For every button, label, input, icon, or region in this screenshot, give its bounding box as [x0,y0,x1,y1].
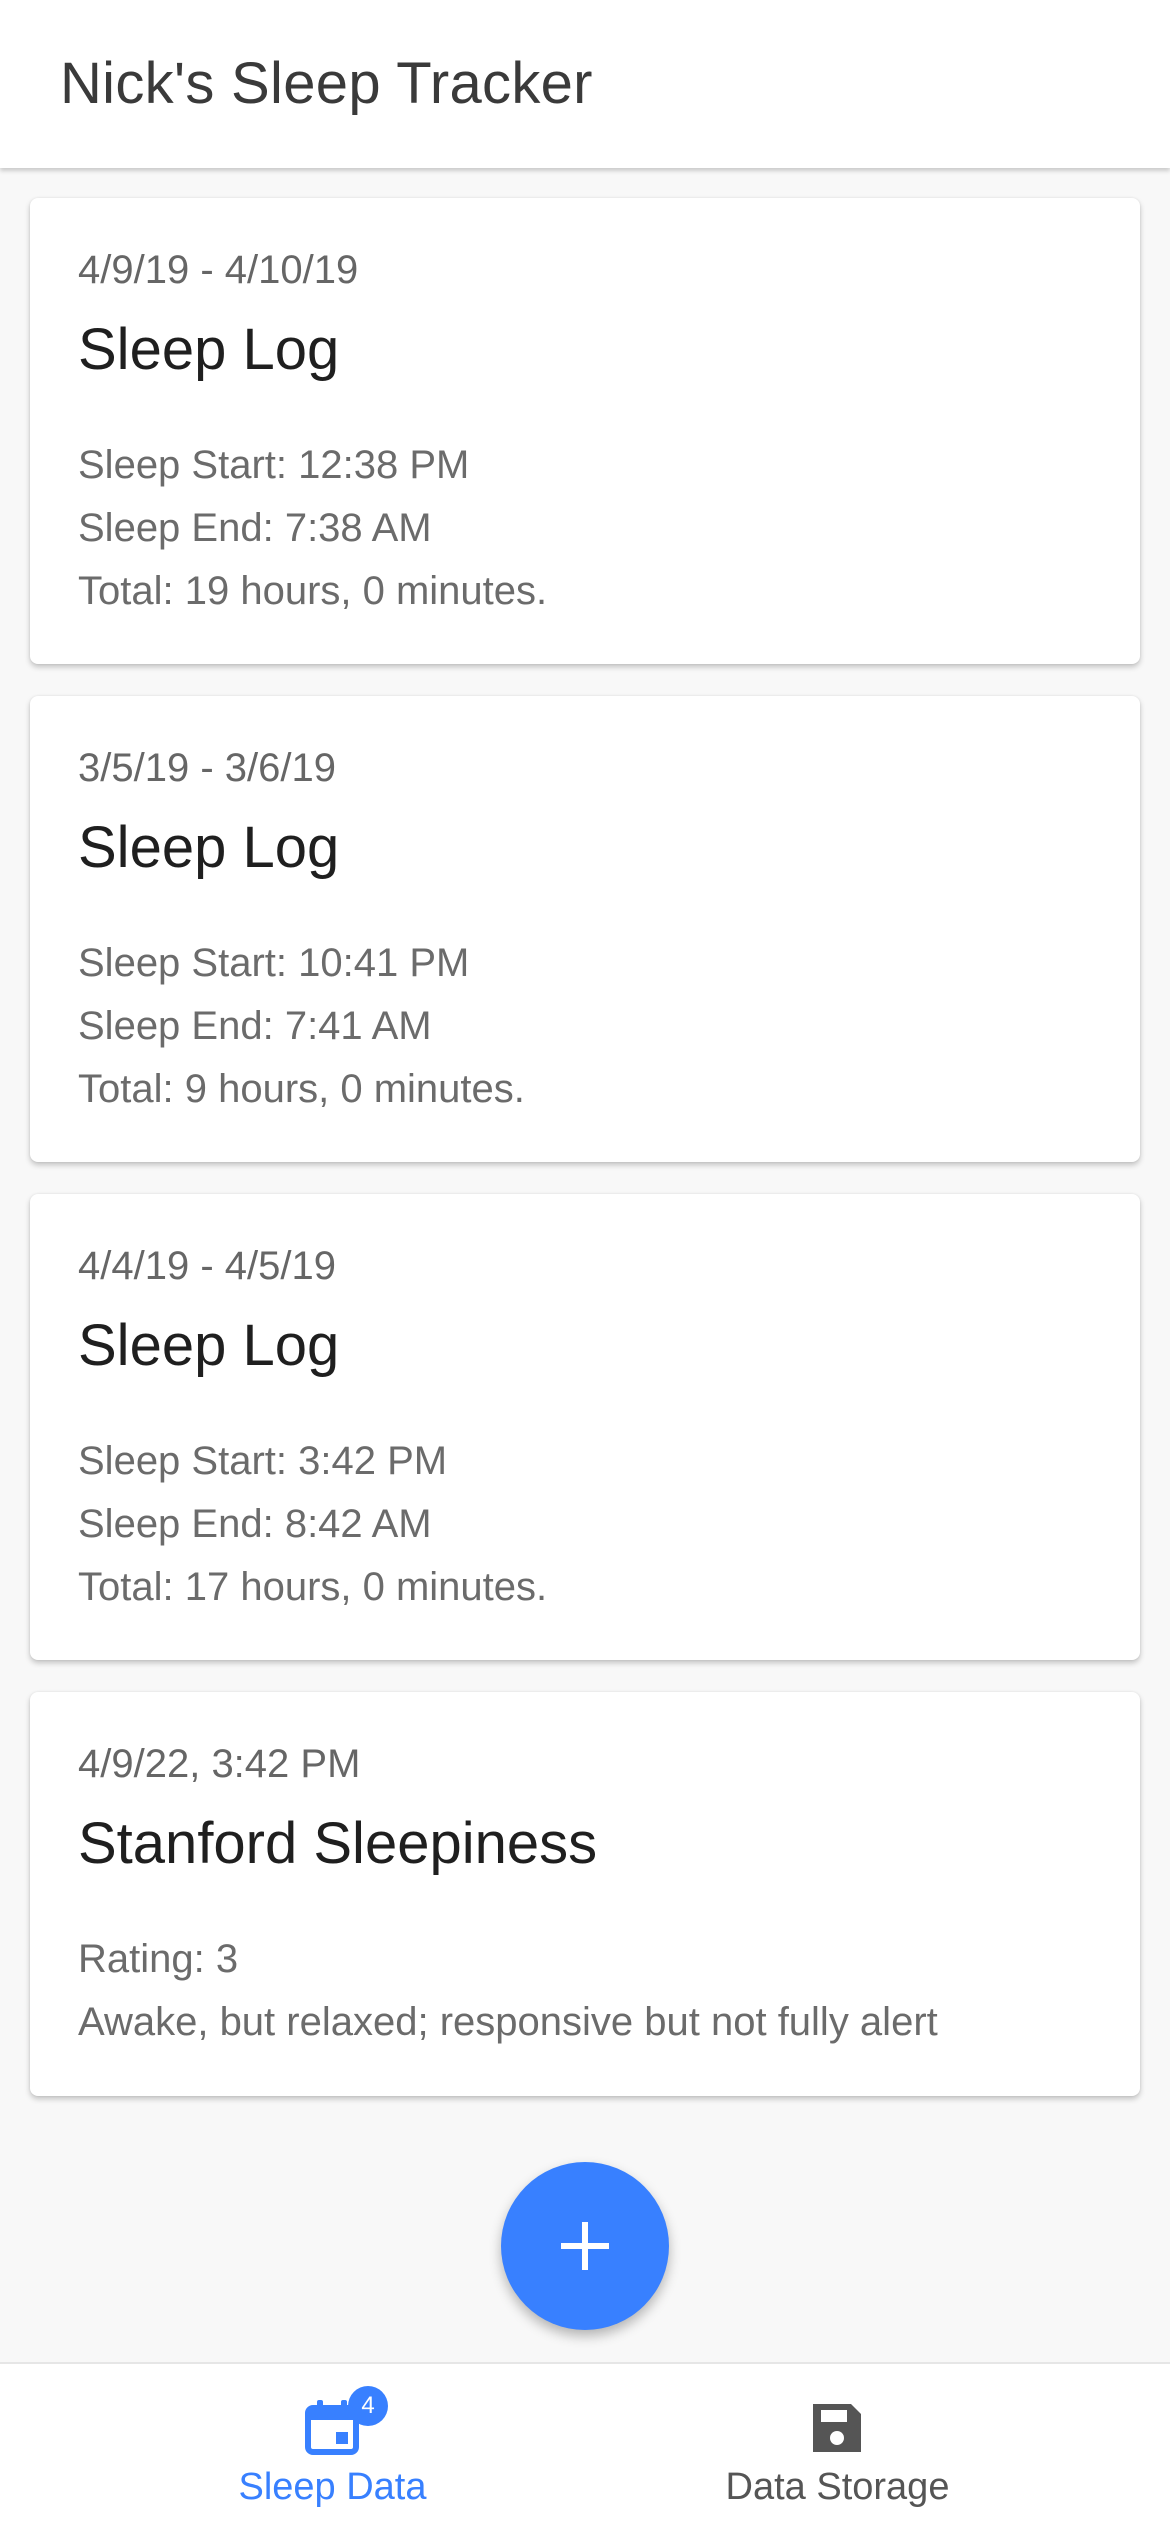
sleepiness-card[interactable]: 4/9/22, 3:42 PM Stanford Sleepiness Rati… [30,1692,1140,2096]
save-icon [813,2404,861,2452]
card-timestamp: 4/9/22, 3:42 PM [78,1742,361,1786]
card-date-range: 4/9/19 - 4/10/19 [78,248,359,292]
sleep-end-text: Sleep End: 7:38 AM [78,506,432,550]
tab-label: Sleep Data [238,2466,427,2508]
app-header: Nick's Sleep Tracker [0,0,1170,168]
rating-text: Rating: 3 [78,1937,239,1981]
sleep-end-text: Sleep End: 7:41 AM [78,1004,432,1048]
sleep-total-text: Total: 19 hours, 0 minutes. [78,569,548,613]
card-title: Sleep Log [78,317,340,382]
sleep-end-text: Sleep End: 8:42 AM [78,1502,432,1546]
card-date-range: 4/4/19 - 4/5/19 [78,1244,336,1288]
tab-data-storage[interactable]: Data Storage [545,2364,1130,2532]
add-entry-button[interactable] [501,2162,669,2330]
card-title: Sleep Log [78,815,340,880]
sleep-log-card[interactable]: 4/4/19 - 4/5/19 Sleep Log Sleep Start: 3… [30,1194,1140,1660]
page-title: Nick's Sleep Tracker [60,51,593,116]
sleep-log-card[interactable]: 4/9/19 - 4/10/19 Sleep Log Sleep Start: … [30,198,1140,664]
rating-description: Awake, but relaxed; responsive but not f… [78,2000,938,2044]
sleep-start-text: Sleep Start: 3:42 PM [78,1439,448,1483]
sleep-log-card[interactable]: 3/5/19 - 3/6/19 Sleep Log Sleep Start: 1… [30,696,1140,1162]
tab-label: Data Storage [725,2466,950,2508]
plus-icon [561,2222,609,2270]
bottom-tab-bar: 4 Sleep Data Data Storage [0,2362,1170,2532]
sleep-total-text: Total: 9 hours, 0 minutes. [78,1067,525,1111]
sleep-total-text: Total: 17 hours, 0 minutes. [78,1565,548,1609]
card-date-range: 3/5/19 - 3/6/19 [78,746,336,790]
card-title: Stanford Sleepiness [78,1811,598,1876]
tab-sleep-data[interactable]: 4 Sleep Data [40,2364,625,2532]
card-title: Sleep Log [78,1313,340,1378]
sleep-start-text: Sleep Start: 12:38 PM [78,443,470,487]
sleep-start-text: Sleep Start: 10:41 PM [78,941,470,985]
notification-badge: 4 [348,2386,388,2426]
